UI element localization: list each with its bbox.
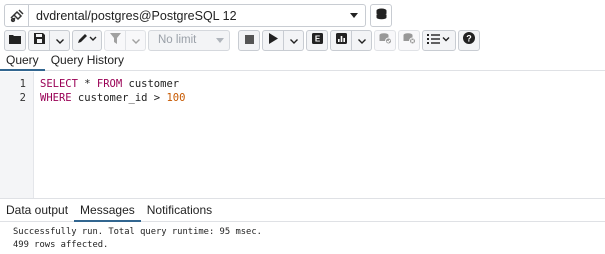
macros-icon bbox=[427, 31, 451, 49]
chevron-down-icon bbox=[289, 31, 298, 49]
code-text: customer bbox=[122, 78, 180, 90]
code-text: * bbox=[77, 78, 97, 90]
tab-query-history[interactable]: Query History bbox=[45, 54, 130, 71]
help-button[interactable]: ? bbox=[458, 29, 480, 51]
result-tabs: Data output Messages Notifications bbox=[0, 204, 605, 222]
chevron-down-icon bbox=[357, 31, 366, 49]
code-text: customer_id > bbox=[71, 92, 167, 104]
code-line[interactable]: WHERE customer_id > 100 bbox=[40, 92, 185, 104]
stop-button[interactable] bbox=[238, 29, 260, 51]
save-options-button[interactable] bbox=[50, 29, 70, 51]
explain-analyze-group bbox=[330, 29, 372, 51]
messages-panel: Successfully run. Total query runtime: 9… bbox=[13, 226, 262, 252]
sql-keyword: SELECT bbox=[40, 78, 78, 90]
tab-query[interactable]: Query bbox=[0, 54, 45, 71]
sql-number: 100 bbox=[166, 92, 186, 104]
message-line: Successfully run. Total query runtime: 9… bbox=[13, 227, 262, 237]
open-file-button[interactable] bbox=[4, 29, 26, 51]
filter-button[interactable] bbox=[104, 29, 126, 51]
stop-icon bbox=[244, 31, 254, 49]
execute-icon bbox=[268, 31, 278, 49]
explain-button[interactable]: E bbox=[306, 29, 328, 51]
connection-select[interactable]: dvdrental/postgres@PostgreSQL 12 bbox=[4, 4, 366, 27]
rollback-icon bbox=[403, 31, 416, 49]
line-number-gutter bbox=[0, 72, 34, 198]
save-button[interactable] bbox=[28, 29, 50, 51]
query-toolbar: No limit E ? bbox=[4, 29, 480, 51]
explain-analyze-icon bbox=[335, 31, 347, 49]
database-icon bbox=[376, 7, 387, 25]
connection-label: dvdrental/postgres@PostgreSQL 12 bbox=[36, 8, 237, 23]
tab-messages[interactable]: Messages bbox=[74, 204, 141, 222]
tab-notifications[interactable]: Notifications bbox=[141, 204, 218, 222]
limit-select[interactable]: No limit bbox=[148, 29, 230, 51]
plug-icon[interactable] bbox=[5, 5, 29, 26]
save-group bbox=[28, 29, 70, 51]
commit-button[interactable] bbox=[374, 29, 396, 51]
chevron-down-icon[interactable] bbox=[343, 12, 365, 19]
chevron-down-icon bbox=[55, 31, 64, 49]
chevron-down-icon bbox=[211, 37, 229, 43]
filter-group bbox=[104, 29, 146, 51]
help-icon: ? bbox=[463, 31, 475, 49]
explain-analyze-button[interactable] bbox=[330, 29, 352, 51]
limit-label: No limit bbox=[158, 34, 197, 46]
code-line[interactable]: SELECT * FROM customer bbox=[40, 78, 179, 90]
explain-options-button[interactable] bbox=[352, 29, 372, 51]
macros-button[interactable] bbox=[422, 29, 456, 51]
message-line: 499 rows affected. bbox=[13, 240, 109, 250]
sql-editor[interactable]: 1 SELECT * FROM customer 2 WHERE custome… bbox=[0, 72, 605, 199]
filter-options-button[interactable] bbox=[126, 29, 146, 51]
execute-button[interactable] bbox=[262, 29, 284, 51]
tab-data-output[interactable]: Data output bbox=[0, 204, 74, 222]
edit-pen-icon bbox=[77, 31, 97, 49]
svg-text:E: E bbox=[314, 35, 320, 44]
execute-options-button[interactable] bbox=[284, 29, 304, 51]
svg-text:?: ? bbox=[466, 33, 472, 43]
sql-keyword: FROM bbox=[96, 78, 123, 90]
commit-icon bbox=[379, 31, 392, 49]
line-number: 1 bbox=[19, 78, 26, 90]
line-number: 2 bbox=[19, 92, 26, 104]
edit-button[interactable] bbox=[72, 29, 102, 51]
sql-keyword: WHERE bbox=[40, 92, 72, 104]
query-tabs: Query Query History bbox=[0, 54, 605, 71]
connection-bar: dvdrental/postgres@PostgreSQL 12 bbox=[4, 4, 392, 27]
open-folder-icon bbox=[9, 31, 21, 49]
execute-group bbox=[262, 29, 304, 51]
rollback-button[interactable] bbox=[398, 29, 420, 51]
chevron-down-icon bbox=[131, 31, 140, 49]
filter-icon bbox=[109, 31, 121, 49]
database-button[interactable] bbox=[370, 4, 392, 27]
save-icon bbox=[33, 31, 45, 49]
explain-icon: E bbox=[311, 31, 323, 49]
